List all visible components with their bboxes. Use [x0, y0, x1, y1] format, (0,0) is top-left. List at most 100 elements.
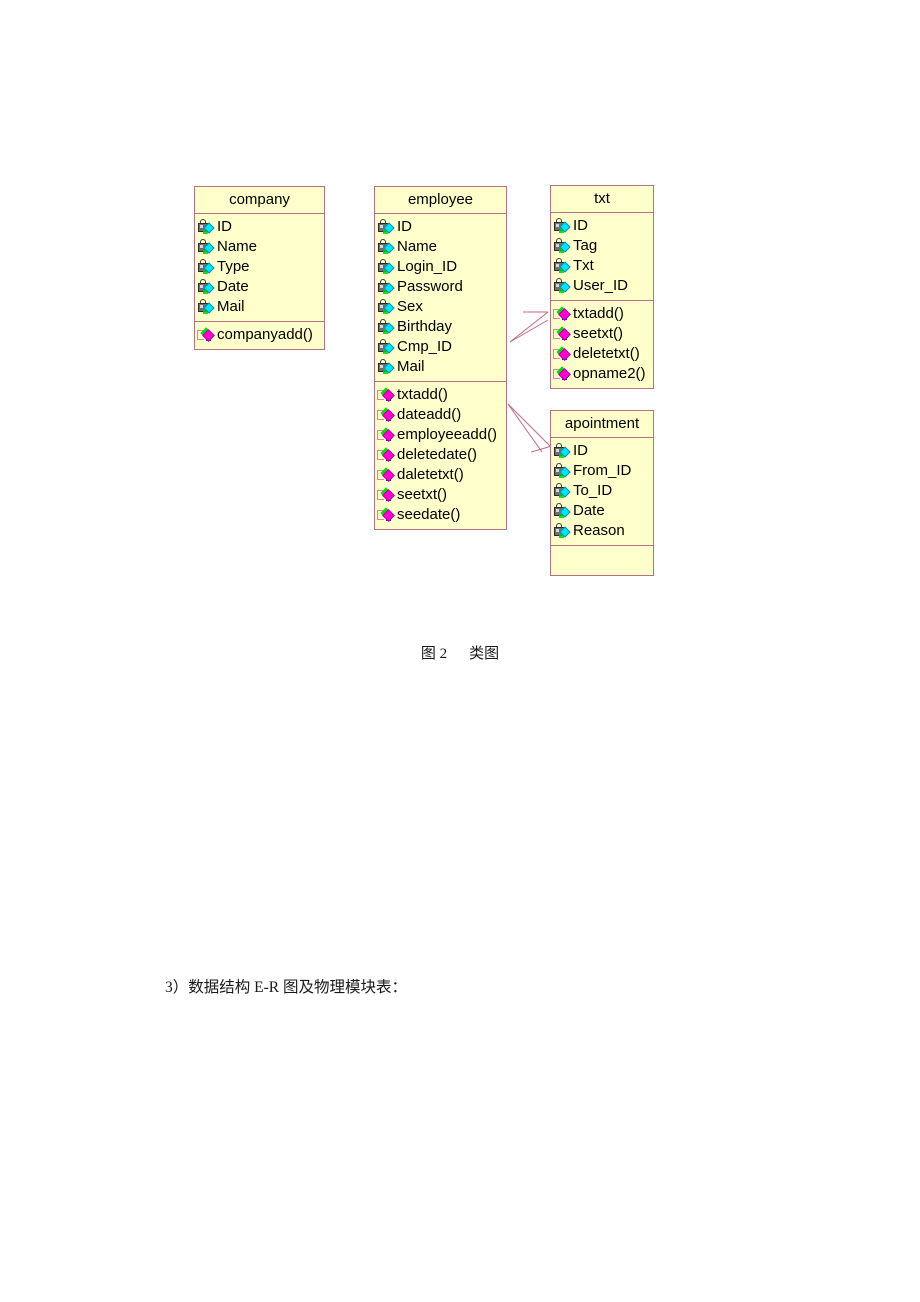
operations-compartment-apointment: [551, 546, 653, 575]
attributes-compartment-apointment: ID From_ID To_ID Date Reason: [551, 438, 653, 546]
class-title-company: company: [195, 187, 324, 214]
operation-row[interactable]: seetxt(): [553, 324, 652, 344]
attribute-row[interactable]: ID: [197, 217, 323, 237]
attribute-row[interactable]: Mail: [197, 297, 323, 317]
attribute-row[interactable]: Txt: [553, 256, 652, 276]
attribute-lock-icon: [377, 259, 396, 275]
attribute-label: ID: [573, 442, 588, 459]
operation-row[interactable]: employeeadd(): [377, 425, 505, 445]
operation-row[interactable]: seedate(): [377, 505, 505, 525]
attribute-row[interactable]: Tag: [553, 236, 652, 256]
attribute-lock-icon: [553, 238, 572, 254]
attribute-label: Birthday: [397, 318, 453, 335]
attribute-row[interactable]: Sex: [377, 297, 505, 317]
operation-row[interactable]: txtadd(): [553, 304, 652, 324]
attribute-row[interactable]: ID: [553, 216, 652, 236]
attribute-lock-icon: [197, 259, 216, 275]
attribute-label: To_ID: [573, 482, 613, 499]
operation-row[interactable]: opname2(): [553, 364, 652, 384]
attribute-label: ID: [573, 217, 588, 234]
operation-diamond-icon: [377, 387, 396, 403]
attribute-row[interactable]: ID: [553, 441, 652, 461]
attribute-label: Name: [217, 238, 258, 255]
attributes-compartment-company: ID Name Type Date Mail: [195, 214, 324, 322]
attribute-row[interactable]: Birthday: [377, 317, 505, 337]
attribute-row[interactable]: Type: [197, 257, 323, 277]
operation-label: deletetxt(): [573, 345, 640, 362]
attribute-lock-icon: [197, 219, 216, 235]
attribute-row[interactable]: Login_ID: [377, 257, 505, 277]
operation-label: daletetxt(): [397, 466, 464, 483]
class-title-txt: txt: [551, 186, 653, 213]
attribute-lock-icon: [197, 279, 216, 295]
attribute-row[interactable]: From_ID: [553, 461, 652, 481]
attribute-lock-icon: [553, 443, 572, 459]
attributes-compartment-employee: ID Name Login_ID Password Sex Birthday C…: [375, 214, 506, 382]
operation-diamond-icon: [553, 366, 572, 382]
attribute-label: Txt: [573, 257, 594, 274]
attribute-lock-icon: [553, 503, 572, 519]
attribute-row[interactable]: ID: [377, 217, 505, 237]
operation-row[interactable]: txtadd(): [377, 385, 505, 405]
operation-diamond-icon: [553, 326, 572, 342]
attribute-lock-icon: [553, 278, 572, 294]
attribute-row[interactable]: Name: [377, 237, 505, 257]
operation-row[interactable]: seetxt(): [377, 485, 505, 505]
attribute-row[interactable]: Date: [197, 277, 323, 297]
figure-number: 图 2: [420, 646, 448, 662]
class-title-apointment: apointment: [551, 411, 653, 438]
connector-employee-to-apointment: [507, 403, 553, 453]
attribute-label: User_ID: [573, 277, 629, 294]
attribute-label: Type: [217, 258, 250, 275]
attribute-lock-icon: [197, 299, 216, 315]
attribute-label: Cmp_ID: [397, 338, 453, 355]
class-box-company[interactable]: company ID Name Type Date Mail companyad…: [194, 186, 325, 350]
class-title-employee: employee: [375, 187, 506, 214]
attribute-label: Mail: [397, 358, 425, 375]
attribute-lock-icon: [377, 279, 396, 295]
operation-label: txtadd(): [573, 305, 624, 322]
operation-row[interactable]: deletedate(): [377, 445, 505, 465]
operation-diamond-icon: [377, 427, 396, 443]
attribute-lock-icon: [553, 218, 572, 234]
attribute-lock-icon: [377, 239, 396, 255]
class-box-apointment[interactable]: apointment ID From_ID To_ID Date Reason: [550, 410, 654, 576]
attributes-compartment-txt: ID Tag Txt User_ID: [551, 213, 653, 301]
operation-diamond-icon: [377, 487, 396, 503]
body-paragraph: 3）数据结构 E-R 图及物理模块表：: [165, 979, 407, 996]
operations-compartment-employee: txtadd() dateadd() employeeadd() deleted…: [375, 382, 506, 529]
attribute-label: Login_ID: [397, 258, 458, 275]
attribute-row[interactable]: Reason: [553, 521, 652, 541]
figure-caption: 图 2 类图: [0, 642, 920, 663]
operation-diamond-icon: [377, 507, 396, 523]
class-diagram: company ID Name Type Date Mail companyad…: [0, 0, 920, 620]
attribute-lock-icon: [377, 319, 396, 335]
class-box-txt[interactable]: txt ID Tag Txt User_ID txtadd() seetxt()…: [550, 185, 654, 389]
operation-row[interactable]: dateadd(): [377, 405, 505, 425]
class-box-employee[interactable]: employee ID Name Login_ID Password Sex B…: [374, 186, 507, 530]
attribute-lock-icon: [553, 483, 572, 499]
attribute-row[interactable]: Date: [553, 501, 652, 521]
attribute-lock-icon: [553, 258, 572, 274]
attribute-row[interactable]: User_ID: [553, 276, 652, 296]
attribute-label: Password: [397, 278, 463, 295]
attribute-label: Mail: [217, 298, 245, 315]
operation-diamond-icon: [377, 467, 396, 483]
attribute-label: Date: [217, 278, 249, 295]
operation-row[interactable]: companyadd(): [197, 325, 323, 345]
attribute-row[interactable]: Password: [377, 277, 505, 297]
operation-row[interactable]: deletetxt(): [553, 344, 652, 364]
attribute-label: ID: [217, 218, 232, 235]
operation-row[interactable]: daletetxt(): [377, 465, 505, 485]
operation-diamond-icon: [377, 447, 396, 463]
operation-diamond-icon: [553, 306, 572, 322]
operations-compartment-company: companyadd(): [195, 322, 324, 349]
attribute-row[interactable]: Cmp_ID: [377, 337, 505, 357]
attribute-row[interactable]: To_ID: [553, 481, 652, 501]
operation-label: seedate(): [397, 506, 461, 523]
attribute-row[interactable]: Mail: [377, 357, 505, 377]
attribute-row[interactable]: Name: [197, 237, 323, 257]
operation-label: employeeadd(): [397, 426, 498, 443]
attribute-label: From_ID: [573, 462, 632, 479]
operation-label: companyadd(): [217, 326, 313, 343]
